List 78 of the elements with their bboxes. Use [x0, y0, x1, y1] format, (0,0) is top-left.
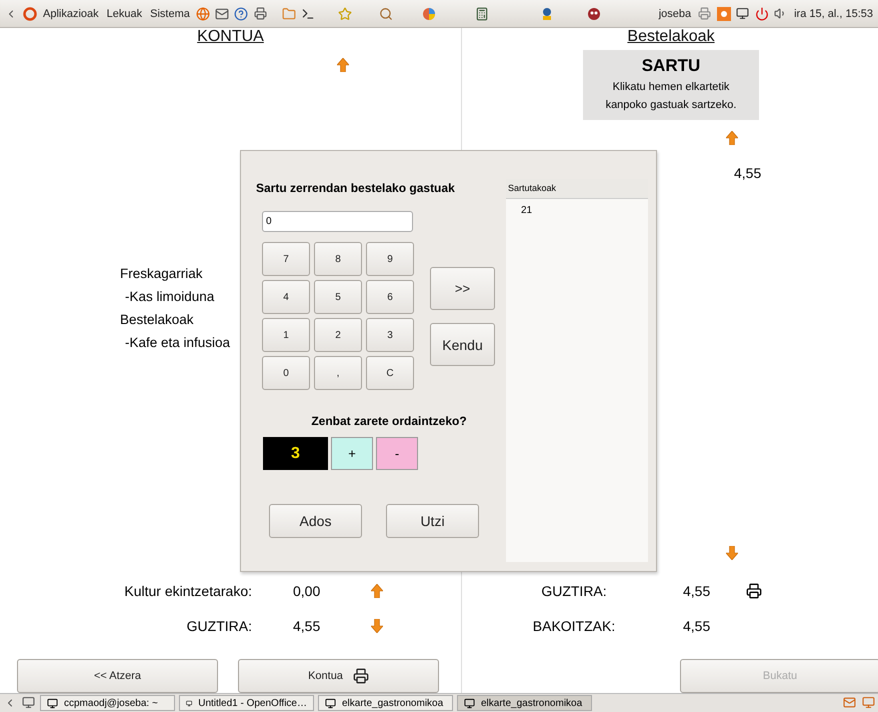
ok-button[interactable]: Ados — [269, 504, 362, 538]
total-value: 0,00 — [293, 583, 322, 599]
total-label: GUZTIRA: — [186, 618, 252, 634]
menu-item[interactable]: Lekuak — [104, 8, 144, 20]
total-label: GUZTIRA: — [540, 583, 608, 599]
enter-panel[interactable]: SARTU Klikatu hemen elkartetik kanpoko gastuak sartzeko. — [583, 50, 759, 120]
desktop-icon[interactable] — [21, 695, 36, 710]
total-label: Kultur ekintzetarako: — [123, 583, 252, 599]
star-icon[interactable] — [338, 6, 353, 21]
question-text: Zenbat zarete ordaintzeko? — [310, 414, 468, 428]
window-icon[interactable] — [861, 695, 876, 710]
window-icon — [47, 698, 58, 708]
column-header[interactable]: Sartutakoak — [506, 179, 648, 199]
clock[interactable]: ira 15, al., 15:53 — [792, 8, 875, 20]
keypad-key[interactable]: 4 — [262, 280, 310, 314]
list-item[interactable]: 21 — [521, 205, 532, 216]
total-label: BAKOITZAK: — [532, 618, 616, 634]
window-icon — [325, 698, 336, 708]
down-arrow-icon[interactable] — [371, 619, 383, 633]
mail-icon[interactable] — [842, 695, 857, 710]
keypad-key[interactable]: 8 — [314, 242, 362, 276]
plus-button[interactable]: + — [331, 437, 373, 470]
category-item[interactable]: Freskagarriak — [120, 262, 203, 285]
printer-icon[interactable] — [746, 583, 762, 599]
color-wheel-icon[interactable] — [422, 6, 437, 21]
remove-button[interactable]: Kendu — [430, 323, 495, 366]
cancel-button[interactable]: Utzi — [386, 504, 479, 538]
taskbar-task[interactable]: Untitled1 - OpenOffice… — [179, 695, 314, 711]
keypad-key[interactable]: 9 — [366, 242, 414, 276]
keypad-key[interactable]: 2 — [314, 318, 362, 352]
up-arrow-icon[interactable] — [371, 584, 383, 598]
keypad-key[interactable]: C — [366, 356, 414, 390]
search-icon[interactable] — [378, 6, 394, 21]
keypad-key[interactable]: , — [314, 356, 362, 390]
total-value: 4,55 — [293, 618, 322, 634]
back-button[interactable]: << Atzera — [17, 659, 218, 693]
logo-icon[interactable] — [22, 6, 37, 21]
input-field[interactable]: 0 — [262, 211, 413, 232]
print-button[interactable]: Kontua — [238, 659, 439, 693]
amount-value: 4,55 — [734, 165, 762, 181]
mail-icon[interactable] — [214, 6, 230, 21]
printer-icon — [352, 668, 369, 684]
browser-icon[interactable] — [196, 6, 211, 21]
down-arrow-icon[interactable] — [726, 546, 738, 560]
product-item[interactable]: -Kas limoiduna — [125, 285, 214, 308]
dialog-title: Sartu zerrendan bestelako gastuak — [256, 181, 456, 195]
face-icon[interactable] — [586, 6, 602, 21]
menu-item[interactable]: Sistema — [148, 8, 192, 20]
add-button[interactable]: >> — [430, 267, 495, 310]
monitor-icon[interactable] — [735, 6, 750, 21]
keypad-key[interactable]: 3 — [366, 318, 414, 352]
power-icon[interactable] — [754, 6, 770, 21]
total-value: 4,55 — [683, 618, 712, 634]
user-name[interactable]: joseba — [656, 8, 694, 20]
keypad-key[interactable]: 5 — [314, 280, 362, 314]
up-arrow-icon[interactable] — [337, 58, 349, 72]
taskbar-task[interactable]: ccpmaodj@joseba: ~ — [40, 695, 175, 711]
total-value: 4,55 — [683, 583, 712, 599]
product-item[interactable]: -Kafe eta infusioa — [125, 331, 230, 354]
taskbar-task[interactable]: elkarte_gastronomikoa — [457, 695, 592, 711]
printer-icon[interactable] — [252, 6, 268, 21]
window-icon — [464, 698, 475, 708]
keypad-key[interactable]: 0 — [262, 356, 310, 390]
menu-item[interactable]: Aplikazioak — [41, 8, 101, 20]
enter-title: SARTU — [642, 56, 700, 76]
up-arrow-icon[interactable] — [726, 131, 738, 145]
keypad-key[interactable]: 7 — [262, 242, 310, 276]
taskbar-task[interactable]: elkarte_gastronomikoa — [318, 695, 453, 711]
count-display: 3 — [263, 437, 328, 470]
category-item[interactable]: Bestelakoak — [120, 308, 194, 331]
enter-description: Klikatu hemen elkartetik kanpoko gastuak sartzeko. — [604, 80, 738, 113]
keypad-key[interactable]: 1 — [262, 318, 310, 352]
keypad-key[interactable]: 6 — [366, 280, 414, 314]
section-title: KONTUA — [196, 28, 265, 47]
help-icon[interactable] — [234, 6, 249, 21]
minus-button[interactable]: - — [376, 437, 418, 470]
calculator-icon[interactable] — [474, 6, 490, 21]
section-title: Bestelakoak — [626, 28, 716, 47]
